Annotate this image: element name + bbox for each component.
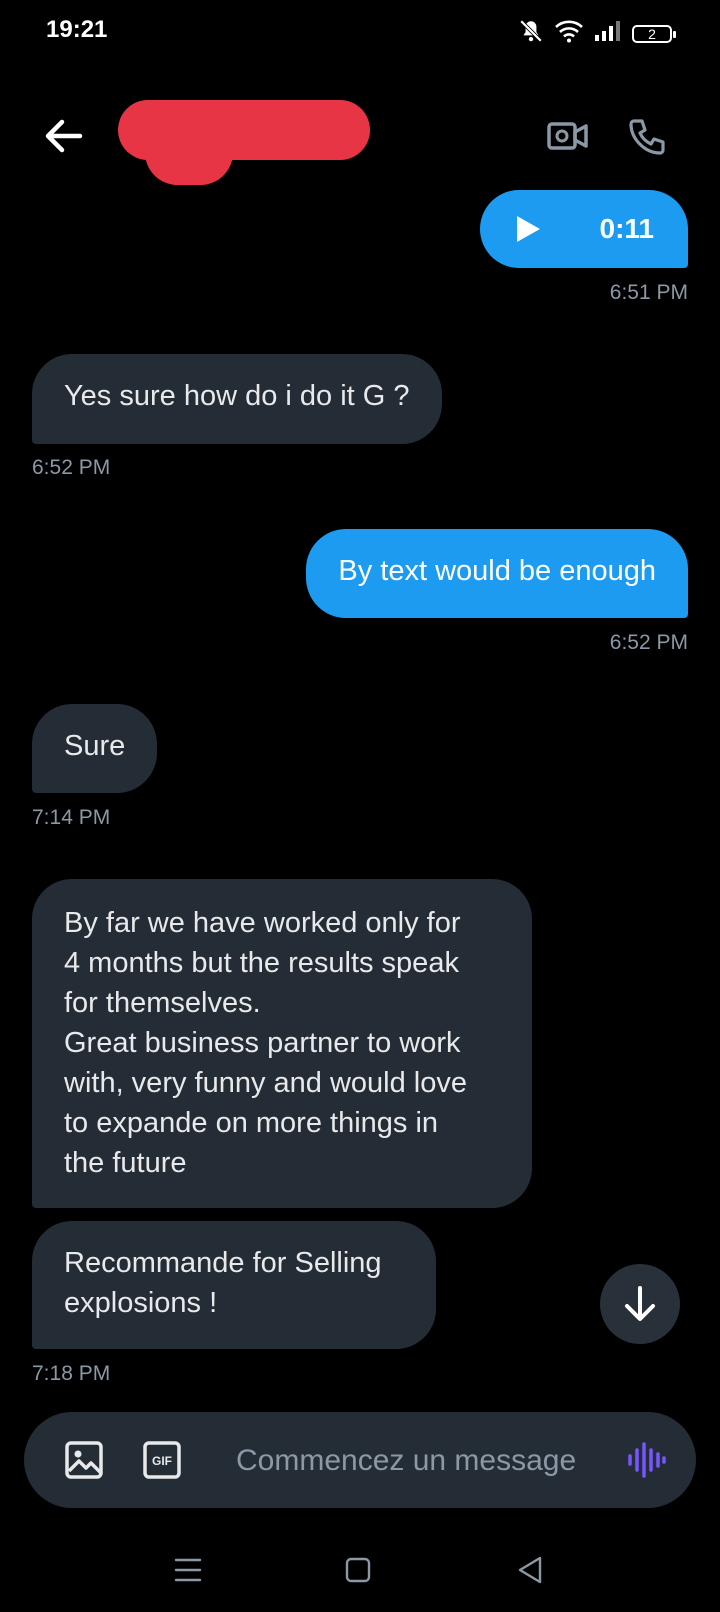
video-call-icon	[547, 122, 588, 150]
voice-duration: 0:11	[599, 213, 655, 244]
message-timestamp: 6:51 PM	[609, 281, 688, 304]
video-call-button[interactable]	[542, 110, 594, 162]
incoming-message-bubble[interactable]: Sure	[32, 704, 158, 793]
image-attach-button[interactable]	[60, 1436, 108, 1484]
gif-button[interactable]: GIF	[138, 1436, 186, 1484]
image-icon	[65, 1441, 103, 1479]
back-button[interactable]	[38, 110, 90, 162]
home-icon	[345, 1557, 371, 1583]
arrow-down-icon	[625, 1286, 655, 1321]
phone-call-button[interactable]	[622, 110, 674, 162]
contact-name-redacted-scribble	[145, 120, 233, 185]
back-triangle-icon	[518, 1556, 542, 1584]
voice-record-icon	[628, 1442, 666, 1478]
message-timestamp: 6:52 PM	[609, 631, 688, 654]
message-input[interactable]	[234, 1440, 598, 1482]
nav-home-button[interactable]	[330, 1546, 386, 1594]
play-icon[interactable]	[514, 214, 542, 244]
nav-back-button[interactable]	[502, 1546, 558, 1594]
message-timestamp: 7:14 PM	[32, 806, 111, 829]
incoming-message-bubble[interactable]: Recommande for Selling explosions !	[32, 1221, 436, 1349]
nav-menu-button[interactable]	[160, 1546, 216, 1594]
incoming-message-bubble[interactable]: Yes sure how do i do it G ?	[32, 354, 442, 444]
phone-icon	[629, 119, 665, 155]
signal-icon	[594, 20, 622, 47]
outgoing-message-bubble[interactable]: By text would be enough	[306, 529, 688, 618]
gif-label: GIF	[152, 1454, 172, 1468]
incoming-message-bubble[interactable]: By far we have worked only for 4 months …	[32, 879, 532, 1208]
status-time: 19:21	[46, 16, 108, 43]
message-timestamp: 7:18 PM	[32, 1362, 111, 1385]
voice-message-bubble[interactable]: 0:11	[480, 190, 688, 268]
message-composer: GIF	[24, 1412, 696, 1508]
voice-record-button[interactable]	[622, 1436, 670, 1484]
menu-icon	[174, 1558, 202, 1582]
wifi-icon	[554, 19, 584, 48]
scroll-to-bottom-button[interactable]	[600, 1264, 680, 1344]
message-timestamp: 6:52 PM	[32, 456, 111, 479]
status-icons: 2	[518, 18, 676, 49]
bell-muted-icon	[518, 18, 544, 49]
arrow-left-icon	[45, 119, 83, 153]
gif-icon: GIF	[143, 1441, 181, 1479]
battery-icon: 2	[632, 24, 676, 43]
